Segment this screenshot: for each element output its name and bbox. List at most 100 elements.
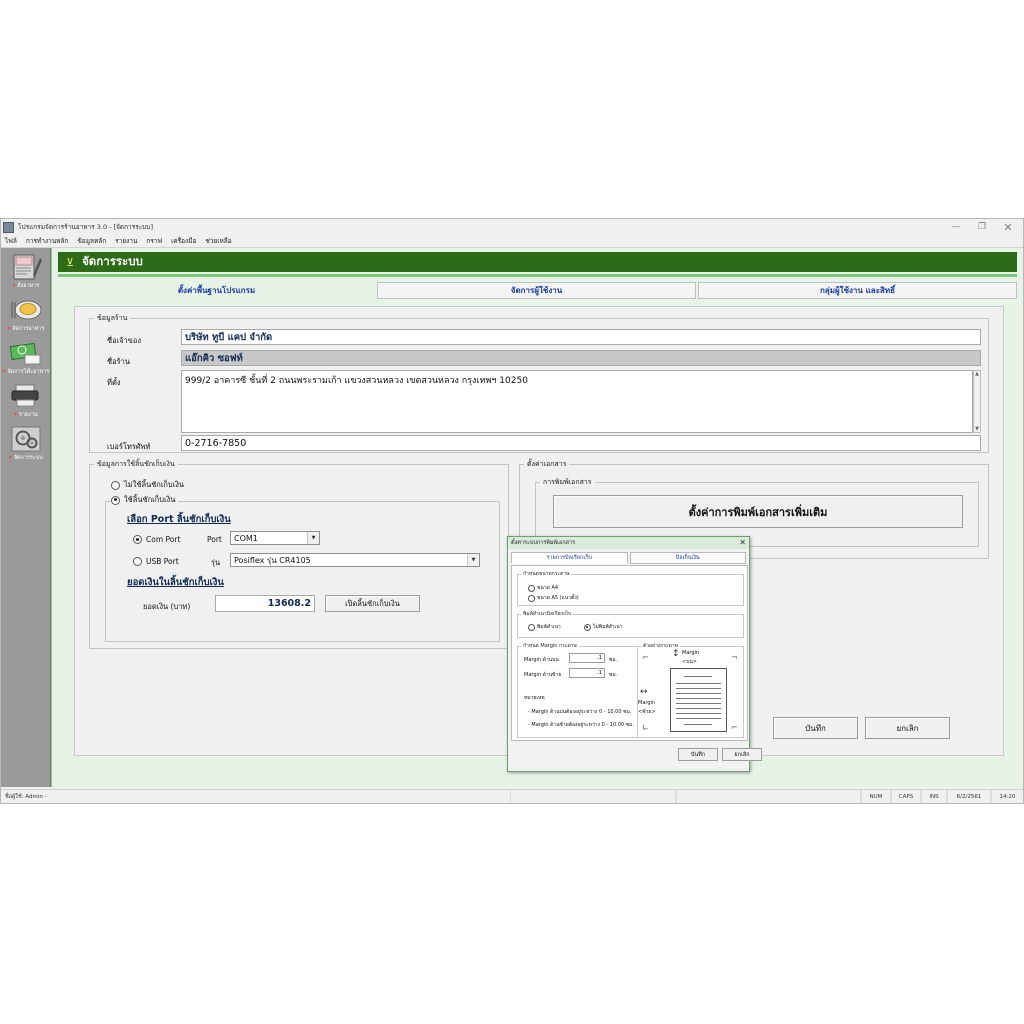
radio-dot-icon bbox=[528, 594, 535, 602]
model-select-value: Posiflex รุ่น CR4105 bbox=[234, 555, 311, 565]
radio-dot-icon bbox=[111, 495, 120, 505]
margin-legend: กำหนด Margin กระดาษ bbox=[523, 643, 577, 649]
dialog-close-icon[interactable]: ✕ bbox=[739, 539, 746, 547]
radio-print-copy-no[interactable]: ไม่พิมพ์สำเนา bbox=[584, 623, 623, 631]
tab-bar: ตั้งค่าพื้นฐานโปรแกรม จัดการผู้ใช้งาน กล… bbox=[58, 282, 1017, 299]
menu-item-file[interactable]: ไฟล์ bbox=[5, 236, 17, 246]
amount-field[interactable]: 13608.2 bbox=[215, 595, 315, 612]
margin-top-input[interactable]: .1 bbox=[569, 653, 605, 663]
radio-dot-icon bbox=[528, 584, 535, 592]
bullet-icon: ✦ bbox=[1, 369, 7, 375]
preview-left-label: Margin bbox=[638, 700, 656, 706]
radio-paper-a5[interactable]: ขนาด A5 (แนวตั้ง) bbox=[528, 594, 579, 602]
sidebar-item-order-food[interactable]: ✦สั่งอาหาร bbox=[1, 252, 50, 289]
model-label: รุ่น bbox=[211, 558, 221, 567]
status-date: 6/2/2561 bbox=[947, 790, 991, 803]
radio-paper-a5-label: ขนาด A5 (แนวตั้ง) bbox=[537, 595, 579, 601]
dialog-tab-billing-list[interactable]: รายการบิลเรียกเก็บ bbox=[511, 552, 628, 564]
address-label: ที่ตั้ง bbox=[107, 378, 121, 387]
shop-info-legend: ข้อมูลร้าน bbox=[97, 314, 128, 322]
radio-dot-icon bbox=[584, 623, 591, 631]
more-print-settings-button[interactable]: ตั้งค่าการพิมพ์เอกสารเพิ่มเติม bbox=[553, 495, 963, 528]
radio-com-port[interactable]: Com Port bbox=[133, 535, 180, 544]
menu-bar: ไฟล์ การทำงานหลัก ข้อมูลหลัก รายงาน กราฟ… bbox=[1, 235, 1023, 248]
status-bar: ชื่อผู้ใช้: Admin - NUM CAPS INS 6/2/256… bbox=[1, 789, 1023, 803]
tab-manage-users[interactable]: จัดการผู้ใช้งาน bbox=[377, 282, 696, 299]
cancel-button[interactable]: ยกเลิก bbox=[865, 717, 950, 739]
status-caps: CAPS bbox=[891, 790, 921, 803]
status-num: NUM bbox=[861, 790, 891, 803]
maximize-icon[interactable]: ❐ bbox=[969, 220, 995, 235]
preview-left-sublabel: <ซ้าย> bbox=[638, 709, 656, 715]
sidebar: ✦สั่งอาหาร ✦จัดการอาหาร ✦จัดการโต๊ะอาหาร… bbox=[1, 248, 51, 787]
print-copy-legend: พิมพ์สำเนาบิลเรียกเก็บ bbox=[523, 611, 572, 617]
app-icon bbox=[3, 221, 14, 233]
phone-field[interactable]: 0-2716-7850 bbox=[181, 435, 981, 451]
page-title-text: จัดการระบบ bbox=[82, 254, 143, 268]
printer-icon bbox=[8, 381, 44, 411]
menu-item-main-operations[interactable]: การทำงานหลัก bbox=[26, 236, 68, 246]
bullet-icon: ✦ bbox=[6, 326, 12, 332]
tab-program-settings[interactable]: ตั้งค่าพื้นฐานโปรแกรม bbox=[58, 282, 375, 299]
port-select-value: COM1 bbox=[234, 533, 258, 543]
sidebar-item-manage-system[interactable]: ✦จัดการระบบ bbox=[1, 424, 50, 461]
margin-top-label: Margin ด้านบน bbox=[524, 657, 559, 663]
sidebar-item-manage-food[interactable]: ✦จัดการอาหาร bbox=[1, 295, 50, 332]
dialog-cancel-button[interactable]: ยกเลิก bbox=[722, 748, 762, 761]
margin-note-title: หมายเหตุ bbox=[524, 695, 545, 701]
phone-label: เบอร์โทรศัพท์ bbox=[107, 442, 151, 451]
address-scrollbar[interactable]: ▲ ▼ bbox=[973, 370, 981, 433]
radio-paper-a4[interactable]: ขนาด A4 bbox=[528, 584, 558, 592]
model-select[interactable]: Posiflex รุ่น CR4105 ▼ bbox=[230, 553, 480, 567]
minimize-icon[interactable]: — bbox=[943, 220, 969, 235]
save-button[interactable]: บันทึก bbox=[773, 717, 858, 739]
radio-no-drawer[interactable]: ไม่ใช้ลิ้นชักเก็บเงิน bbox=[111, 479, 184, 491]
amount-label: ยอดเงิน (บาท) bbox=[143, 602, 191, 611]
close-icon[interactable]: ✕ bbox=[995, 220, 1021, 235]
owner-label: ชื่อเจ้าของ bbox=[107, 336, 142, 345]
arrow-vertical-icon: ↕ bbox=[672, 649, 680, 659]
sidebar-item-label: ✦จัดการอาหาร bbox=[6, 326, 45, 332]
dialog-save-button[interactable]: บันทึก bbox=[678, 748, 718, 761]
port-select[interactable]: COM1 ▼ bbox=[230, 531, 320, 545]
open-drawer-button[interactable]: เปิดลิ้นชักเก็บเงิน bbox=[325, 595, 420, 612]
sidebar-item-reports[interactable]: ✦รายงาน bbox=[1, 381, 50, 418]
page-title: ⊻ จัดการระบบ bbox=[58, 252, 1017, 272]
radio-use-drawer-label: ใช้ลิ้นชักเก็บเงิน bbox=[124, 495, 176, 504]
shop-name-field[interactable]: แอ๊กคิว ซอฟท์ bbox=[181, 350, 981, 366]
order-notepad-icon bbox=[8, 252, 44, 282]
chevron-down-icon: ▼ bbox=[467, 554, 479, 566]
sidebar-item-manage-tables[interactable]: ✦จัดการโต๊ะอาหาร bbox=[1, 338, 50, 375]
menu-item-charts[interactable]: กราฟ bbox=[146, 236, 162, 246]
menu-item-help[interactable]: ช่วยเหลือ bbox=[205, 236, 231, 246]
print-settings-dialog: ตั้งค่าระบบการพิมพ์เอกสาร ✕ รายการบิลเรี… bbox=[507, 536, 762, 772]
chevron-down-icon: ▼ bbox=[307, 532, 319, 544]
bullet-icon: ✦ bbox=[13, 412, 18, 418]
bullet-icon: ✦ bbox=[8, 455, 13, 461]
dialog-tab-receipt[interactable]: บิลเก็บเงิน bbox=[629, 552, 746, 564]
menu-item-tools[interactable]: เครื่องมือ bbox=[171, 236, 196, 246]
money-icon bbox=[8, 338, 44, 368]
sidebar-item-label: ✦จัดการโต๊ะอาหาร bbox=[1, 369, 50, 375]
dialog-title-bar: ตั้งค่าระบบการพิมพ์เอกสาร ✕ bbox=[508, 537, 749, 549]
radio-usb-port[interactable]: USB Port bbox=[133, 557, 179, 566]
address-field[interactable]: 999/2 อาคารซี ชั้นที่ 2 ถนนพระรามเก้า แข… bbox=[181, 370, 973, 433]
radio-usb-port-label: USB Port bbox=[146, 557, 179, 566]
margin-left-input[interactable]: .1 bbox=[569, 668, 605, 678]
header-rule bbox=[58, 274, 1017, 277]
radio-use-drawer[interactable]: ใช้ลิ้นชักเก็บเงิน bbox=[111, 494, 179, 506]
status-spacer bbox=[511, 790, 676, 803]
tab-user-groups-permissions[interactable]: กลุ่มผู้ใช้งาน และสิทธิ์ bbox=[698, 282, 1017, 299]
title-bar: โปรแกรมจัดการร้านอาหาร 3.0 - [จัดการระบบ… bbox=[1, 219, 1023, 235]
status-user: ชื่อผู้ใช้: Admin - bbox=[1, 790, 511, 803]
owner-field[interactable]: บริษัท ทูบี แคป จำกัด bbox=[181, 329, 981, 345]
shop-name-label: ชื่อร้าน bbox=[107, 357, 130, 366]
radio-print-copy-yes[interactable]: พิมพ์สำเนา bbox=[528, 623, 561, 631]
bullet-icon: ✦ bbox=[11, 283, 17, 289]
corner-mark-tl-icon: ⌐ bbox=[642, 653, 649, 662]
preview-top-label: Margin bbox=[682, 650, 700, 656]
menu-item-reports[interactable]: รายงาน bbox=[115, 236, 137, 246]
radio-no-drawer-label: ไม่ใช้ลิ้นชักเก็บเงิน bbox=[124, 480, 185, 489]
dialog-title: ตั้งค่าระบบการพิมพ์เอกสาร bbox=[511, 540, 576, 546]
menu-item-master-data[interactable]: ข้อมูลหลัก bbox=[77, 236, 106, 246]
